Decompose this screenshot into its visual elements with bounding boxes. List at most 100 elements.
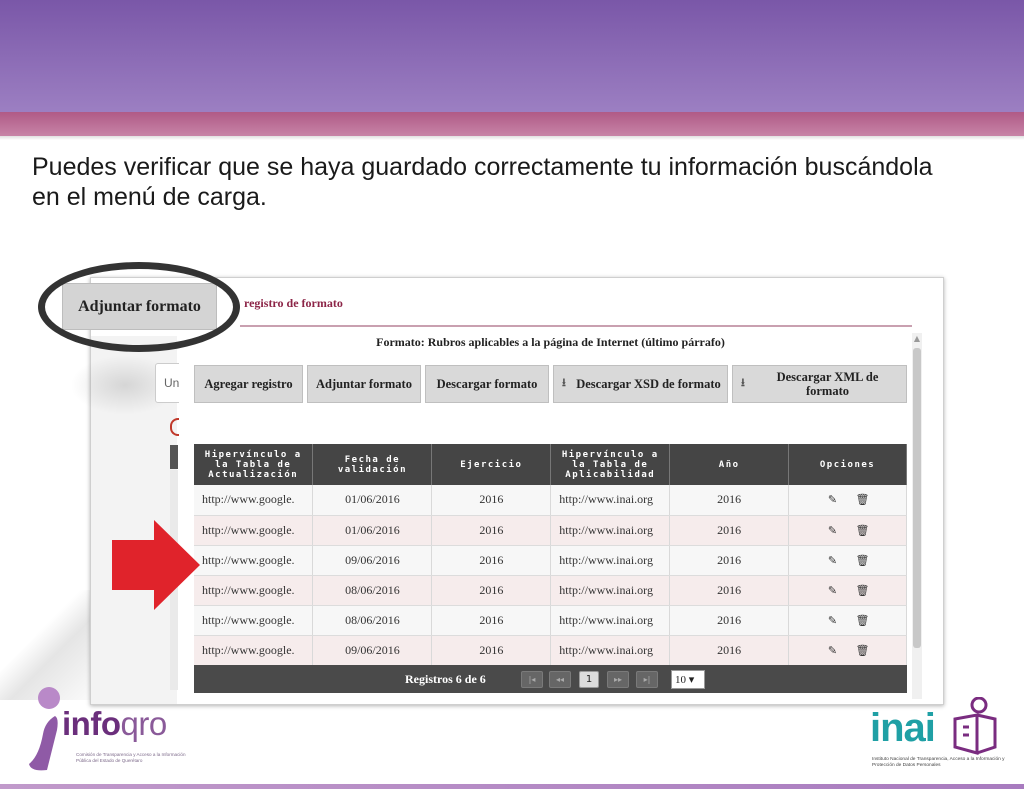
cell-anio: 2016 <box>669 515 790 546</box>
inai-subtitle: Instituto Nacional de Transparencia, Acc… <box>872 757 1005 769</box>
column-header[interactable]: Hipervínculo a la Tabla de Actualización <box>194 444 314 485</box>
format-title: Formato: Rubros aplicables a la página d… <box>376 335 725 349</box>
pager-label: Registros 6 de 6 <box>405 672 486 686</box>
descargar-xml-button[interactable]: ⭳ Descargar XML de formato <box>732 365 907 403</box>
column-header[interactable]: Año <box>669 444 790 485</box>
trash-icon[interactable]: 🗑 <box>848 524 878 537</box>
cell-fecha: 08/06/2016 <box>312 605 433 636</box>
cell-url-aplicabilidad[interactable]: http://www.inai.org <box>550 575 671 606</box>
cell-opciones: ✎ 🗑 <box>788 515 907 546</box>
cell-anio: 2016 <box>669 545 790 576</box>
download-icon: ⭳ <box>741 377 745 389</box>
decorative-shadow <box>0 590 90 700</box>
descargar-xsd-button[interactable]: ⭳ Descargar XSD de formato <box>553 365 728 403</box>
red-arrow-icon <box>112 520 200 610</box>
cell-url-actualizacion[interactable]: http://www.google. <box>194 545 314 576</box>
cell-opciones: ✎ 🗑 <box>788 545 907 576</box>
footer-band <box>0 784 1024 789</box>
table-header-row: Hipervínculo a la Tabla de Actualización… <box>194 444 907 485</box>
table-row: http://www.google. 09/06/2016 2016 http:… <box>194 635 907 666</box>
edit-icon[interactable]: ✎ <box>818 524 848 537</box>
cell-fecha: 09/06/2016 <box>312 635 433 666</box>
cell-anio: 2016 <box>669 485 790 516</box>
cell-url-aplicabilidad[interactable]: http://www.inai.org <box>550 485 671 516</box>
header-band <box>0 0 1024 112</box>
button-label: Descargar XML de formato <box>776 370 879 398</box>
table-row: http://www.google. 09/06/2016 2016 http:… <box>194 545 907 576</box>
slide: Puedes verificar que se haya guardado co… <box>0 0 1024 789</box>
cell-url-actualizacion[interactable]: http://www.google. <box>194 485 314 516</box>
inai-wordmark: inai <box>870 706 936 750</box>
current-page[interactable]: 1 <box>579 671 599 688</box>
page-size-select[interactable]: 10 ▾ <box>671 670 705 689</box>
edit-icon[interactable]: ✎ <box>818 584 848 597</box>
button-label: Descargar XSD de formato <box>576 377 721 391</box>
agregar-registro-button[interactable]: Agregar registro <box>194 365 303 403</box>
cell-fecha: 01/06/2016 <box>312 515 433 546</box>
infoqro-subtitle: Comisión de Transparencia y Acceso a la … <box>76 752 186 763</box>
header-shadow <box>0 136 1024 140</box>
trash-icon[interactable]: 🗑 <box>848 493 878 506</box>
cell-url-actualizacion[interactable]: http://www.google. <box>194 575 314 606</box>
intro-text: Puedes verificar que se haya guardado co… <box>32 153 933 211</box>
cell-url-aplicabilidad[interactable]: http://www.inai.org <box>550 515 671 546</box>
cell-fecha: 01/06/2016 <box>312 485 433 516</box>
cell-ejercicio: 2016 <box>431 485 552 516</box>
prev-page-button[interactable]: ◂◂ <box>549 671 571 688</box>
cell-anio: 2016 <box>669 605 790 636</box>
title-divider <box>240 325 912 327</box>
scrollbar-thumb[interactable] <box>913 348 921 648</box>
cell-url-aplicabilidad[interactable]: http://www.inai.org <box>550 605 671 636</box>
button-label: Adjuntar formato <box>316 377 412 391</box>
download-icon: ⭳ <box>562 377 566 389</box>
cell-ejercicio: 2016 <box>431 605 552 636</box>
cell-fecha: 08/06/2016 <box>312 575 433 606</box>
cell-opciones: ✎ 🗑 <box>788 605 907 636</box>
edit-icon[interactable]: ✎ <box>818 493 848 506</box>
adjuntar-formato-button[interactable]: Adjuntar formato <box>307 365 421 403</box>
button-label: Descargar formato <box>436 377 538 391</box>
trash-icon[interactable]: 🗑 <box>848 644 878 657</box>
cell-ejercicio: 2016 <box>431 575 552 606</box>
cell-anio: 2016 <box>669 635 790 666</box>
column-header[interactable]: Fecha de validación <box>312 444 433 485</box>
table-row: http://www.google. 01/06/2016 2016 http:… <box>194 515 907 546</box>
cell-fecha: 09/06/2016 <box>312 545 433 576</box>
cell-url-actualizacion[interactable]: http://www.google. <box>194 515 314 546</box>
column-header[interactable]: Ejercicio <box>431 444 552 485</box>
modal-title: registro de formato <box>244 296 343 310</box>
background-header-fragment <box>170 445 178 469</box>
first-page-button[interactable]: |◂ <box>521 671 543 688</box>
trash-icon[interactable]: 🗑 <box>848 584 878 597</box>
edit-icon[interactable]: ✎ <box>818 554 848 567</box>
table-row: http://www.google. 01/06/2016 2016 http:… <box>194 485 907 516</box>
cell-url-actualizacion[interactable]: http://www.google. <box>194 605 314 636</box>
scroll-up-icon[interactable]: ▲ <box>912 333 922 345</box>
cell-opciones: ✎ 🗑 <box>788 635 907 666</box>
inai-logo-icon <box>953 697 997 755</box>
trash-icon[interactable]: 🗑 <box>848 614 878 627</box>
cell-url-aplicabilidad[interactable]: http://www.inai.org <box>550 545 671 576</box>
cell-url-aplicabilidad[interactable]: http://www.inai.org <box>550 635 671 666</box>
header-accent-band <box>0 112 1024 136</box>
edit-icon[interactable]: ✎ <box>818 614 848 627</box>
last-page-button[interactable]: ▸| <box>636 671 658 688</box>
table-row: http://www.google. 08/06/2016 2016 http:… <box>194 575 907 606</box>
cell-ejercicio: 2016 <box>431 545 552 576</box>
trash-icon[interactable]: 🗑 <box>848 554 878 567</box>
cell-ejercicio: 2016 <box>431 635 552 666</box>
column-header: Opciones <box>788 444 907 485</box>
column-header[interactable]: Hipervínculo a la Tabla de Aplicabilidad <box>550 444 671 485</box>
cell-anio: 2016 <box>669 575 790 606</box>
cell-ejercicio: 2016 <box>431 515 552 546</box>
edit-icon[interactable]: ✎ <box>818 644 848 657</box>
descargar-formato-button[interactable]: Descargar formato <box>425 365 549 403</box>
next-page-button[interactable]: ▸▸ <box>607 671 629 688</box>
cell-opciones: ✎ 🗑 <box>788 575 907 606</box>
button-label: Agregar registro <box>204 377 293 391</box>
infoqro-wordmark: infoqro <box>62 705 167 742</box>
highlight-ring <box>38 262 240 352</box>
cell-opciones: ✎ 🗑 <box>788 485 907 516</box>
cell-url-actualizacion[interactable]: http://www.google. <box>194 635 314 666</box>
records-table: Hipervínculo a la Tabla de Actualización… <box>194 444 907 666</box>
